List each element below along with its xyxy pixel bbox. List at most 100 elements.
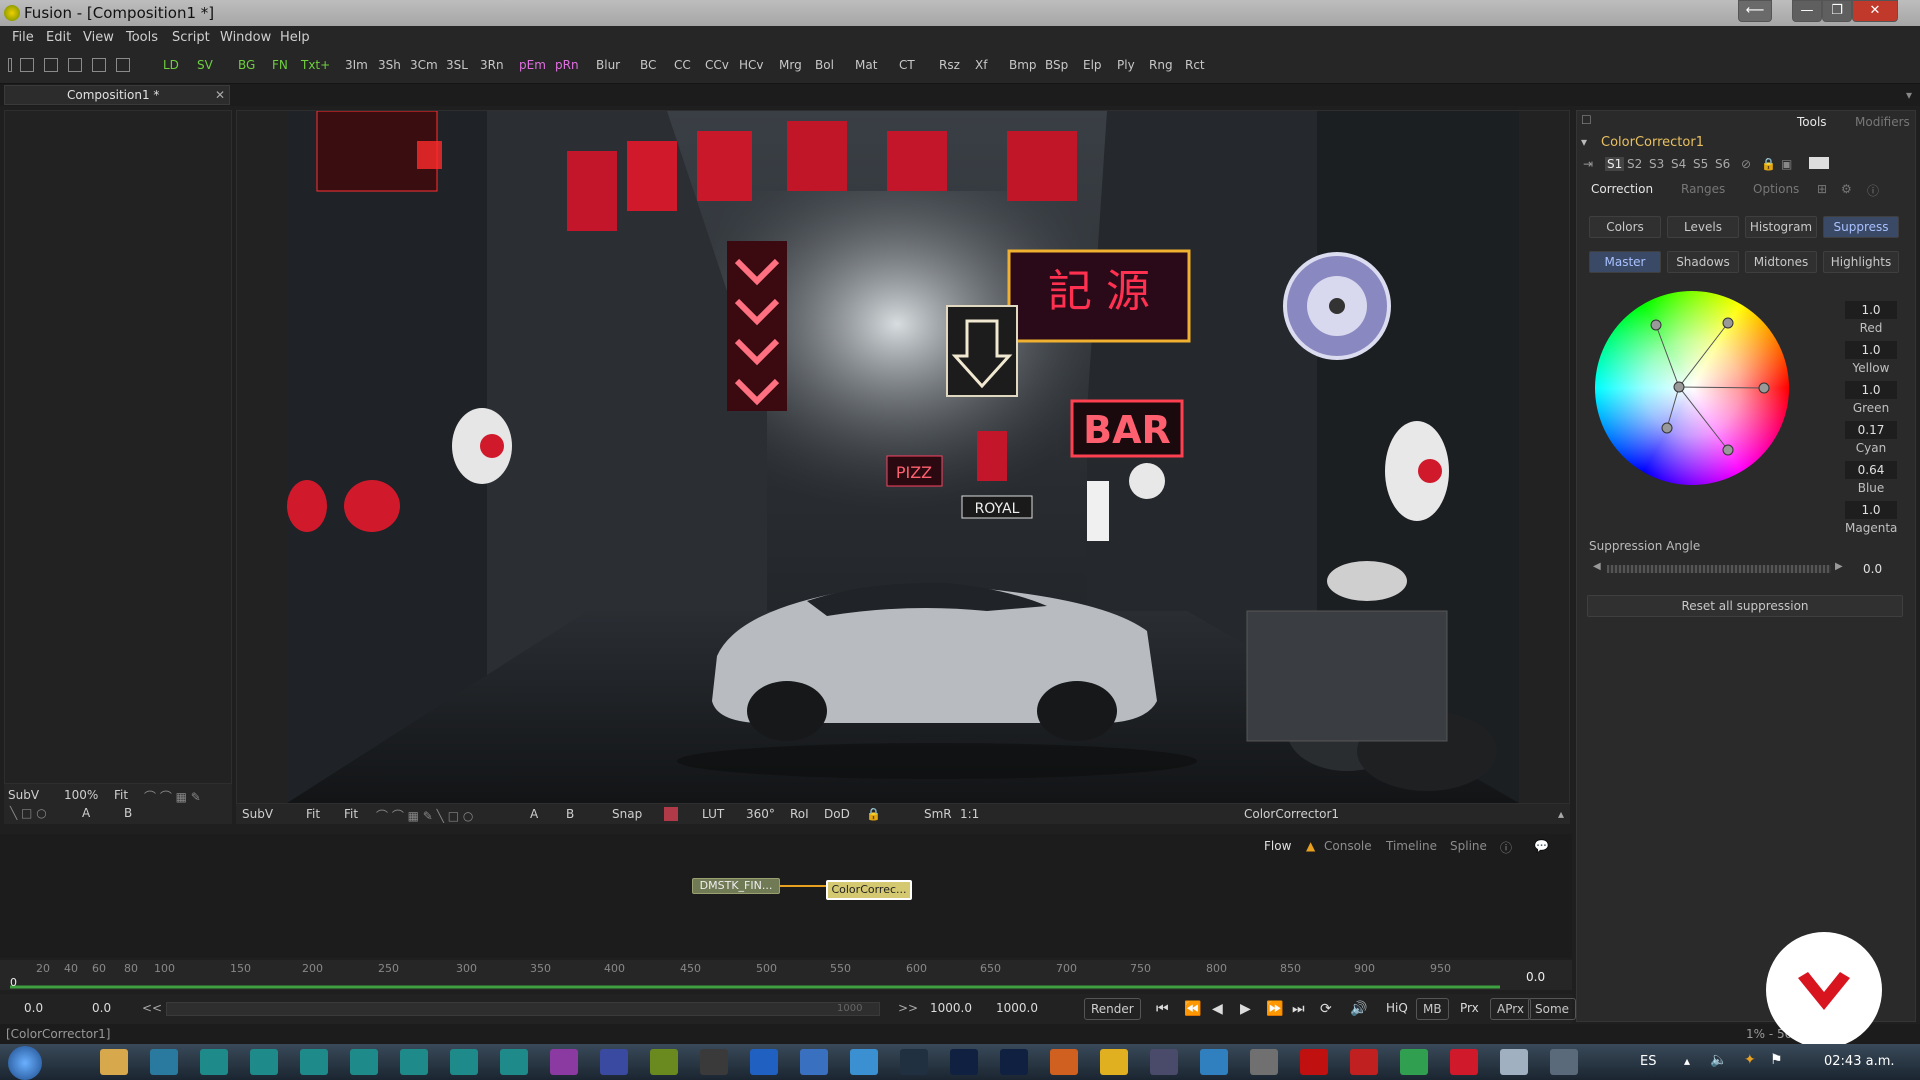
language-indicator[interactable]: ES xyxy=(1640,1054,1656,1069)
goto-start-icon[interactable]: ⏮ xyxy=(1156,1001,1169,1017)
subtab-ranges[interactable]: Ranges xyxy=(1681,182,1725,196)
slot-s4[interactable]: S4 xyxy=(1671,157,1686,171)
left-viewer[interactable] xyxy=(4,110,232,784)
hiq-toggle[interactable]: HiQ xyxy=(1386,1001,1408,1015)
caret-icon[interactable]: ▴ xyxy=(1558,807,1564,821)
volume-icon[interactable]: 🔈 xyxy=(1710,1052,1727,1068)
lock-icon[interactable]: 🔒 xyxy=(1761,157,1776,171)
opera-icon[interactable] xyxy=(1300,1049,1328,1075)
curve-tool-icon[interactable]: ⌒ ⌒ ▦ ✎ xyxy=(144,788,201,805)
tool-rng[interactable]: Rng xyxy=(1149,58,1173,72)
app-icon-16[interactable] xyxy=(1150,1049,1178,1075)
range-slider[interactable]: 1000 xyxy=(166,1002,880,1016)
tool-ccv[interactable]: CCv xyxy=(705,58,729,72)
tool-ply[interactable]: Ply xyxy=(1117,58,1135,72)
expand-arrow-icon[interactable]: ▾ xyxy=(1581,135,1587,149)
tool-mat[interactable]: Mat xyxy=(855,58,877,72)
app-icon-13[interactable] xyxy=(800,1049,828,1075)
app-icon-8[interactable] xyxy=(500,1049,528,1075)
flow-area[interactable]: DMSTK_FIN... ColorCorrec... xyxy=(0,858,1572,958)
render-button[interactable]: Render xyxy=(1084,998,1141,1020)
chrome-icon[interactable] xyxy=(1400,1049,1428,1075)
shape-tools-icon[interactable]: ╲ □ ○ xyxy=(10,806,47,820)
tool-bg[interactable]: BG xyxy=(238,58,255,72)
rewind-icon[interactable]: ⏪ xyxy=(1184,1001,1201,1017)
printer-icon[interactable] xyxy=(116,58,130,72)
slot-s5[interactable]: S5 xyxy=(1693,157,1708,171)
chat-icon[interactable]: 💬 xyxy=(1534,839,1549,853)
fit-button[interactable]: Fit xyxy=(114,788,128,802)
tab-console[interactable]: Console xyxy=(1324,839,1372,853)
app-icon-10[interactable] xyxy=(600,1049,628,1075)
tab-composition1[interactable]: Composition1 * ✕ xyxy=(4,85,230,105)
app-icon-20[interactable] xyxy=(1450,1049,1478,1075)
tool-hcv[interactable]: HCv xyxy=(739,58,764,72)
render-start[interactable]: 0.0 xyxy=(92,1001,111,1015)
firefox-icon[interactable] xyxy=(1050,1049,1078,1075)
snap-button[interactable]: Snap xyxy=(612,807,642,821)
app-icon-3[interactable] xyxy=(250,1049,278,1075)
mode-histogram[interactable]: Histogram xyxy=(1745,216,1817,238)
close-button[interactable]: ✕ xyxy=(1852,0,1898,22)
viewer-tools-icon[interactable]: ⌒ ⌒ ▦ ✎ ╲ □ ○ xyxy=(376,807,473,824)
app-icon-2[interactable] xyxy=(200,1049,228,1075)
app-icon-7[interactable] xyxy=(450,1049,478,1075)
fast-forward-icon[interactable]: ⏩ xyxy=(1266,1001,1283,1017)
mode-levels[interactable]: Levels xyxy=(1667,216,1739,238)
app-icon-22[interactable] xyxy=(1550,1049,1578,1075)
save-icon[interactable]: ▣ xyxy=(1781,157,1792,171)
app-icon-9[interactable] xyxy=(550,1049,578,1075)
current-time[interactable]: 0.0 xyxy=(1526,970,1545,984)
tool-prn[interactable]: pRn xyxy=(555,58,579,72)
loop-icon[interactable]: ⟳ xyxy=(1320,1001,1332,1017)
tool-rct[interactable]: Rct xyxy=(1185,58,1205,72)
collapse-icon[interactable]: ☐ xyxy=(1581,113,1592,127)
slider-right-arrow-icon[interactable]: ▶ xyxy=(1835,561,1843,572)
play-icon[interactable]: ▶ xyxy=(1240,1001,1251,1017)
buffer-a[interactable]: A xyxy=(82,806,90,820)
blue-value[interactable]: 0.64 xyxy=(1845,461,1897,479)
pin-icon[interactable]: ⇥ xyxy=(1583,157,1593,171)
app-icon-18[interactable] xyxy=(1250,1049,1278,1075)
goto-end-icon[interactable]: ⏭ xyxy=(1292,1001,1305,1017)
subview-button[interactable]: SubV xyxy=(242,807,273,821)
subview-button[interactable]: SubV xyxy=(8,788,39,802)
photoshop-icon-1[interactable] xyxy=(950,1049,978,1075)
play-reverse-icon[interactable]: ◀ xyxy=(1212,1001,1223,1017)
aprx-toggle[interactable]: APrx xyxy=(1490,998,1531,1020)
fit-button-1[interactable]: Fit xyxy=(306,807,320,821)
app-icon-11[interactable] xyxy=(700,1049,728,1075)
disable-icon[interactable]: ⊘ xyxy=(1741,157,1751,171)
tool-pem[interactable]: pEm xyxy=(519,58,546,72)
tool-rsz[interactable]: Rsz xyxy=(939,58,960,72)
tool-bc[interactable]: BC xyxy=(640,58,656,72)
tool-blur[interactable]: Blur xyxy=(596,58,620,72)
tab-flow[interactable]: Flow xyxy=(1264,839,1291,853)
reset-suppression-button[interactable]: Reset all suppression xyxy=(1587,595,1903,617)
step-forward-button[interactable]: >> xyxy=(898,1001,918,1015)
mode-suppress[interactable]: Suppress xyxy=(1823,216,1899,238)
mode-colors[interactable]: Colors xyxy=(1589,216,1661,238)
roi-button[interactable]: RoI xyxy=(790,807,809,821)
layout-icon-4[interactable] xyxy=(92,58,106,72)
color-channel-icon[interactable] xyxy=(664,807,678,821)
info-icon[interactable]: ⓘ xyxy=(1867,182,1879,199)
gear-icon[interactable]: ⚙ xyxy=(1841,182,1852,196)
slot-s2[interactable]: S2 xyxy=(1627,157,1642,171)
app-icon-1[interactable] xyxy=(150,1049,178,1075)
menu-view[interactable]: View xyxy=(83,30,114,45)
script-icon[interactable]: ⊞ xyxy=(1817,182,1827,196)
dropdown-icon[interactable]: ▾ xyxy=(1906,88,1912,102)
fusion-taskbar-icon[interactable] xyxy=(650,1049,678,1075)
time-ruler[interactable]: 0 20 40 60 80 100 150 200 250 300 350 40… xyxy=(0,960,1572,990)
suppression-angle-slider[interactable] xyxy=(1607,565,1831,573)
app-icon-17[interactable] xyxy=(1200,1049,1228,1075)
app-icon-4[interactable] xyxy=(300,1049,328,1075)
layout-icon-3[interactable] xyxy=(68,58,82,72)
slot-s6[interactable]: S6 xyxy=(1715,157,1730,171)
global-start[interactable]: 0.0 xyxy=(24,1001,43,1015)
360-button[interactable]: 360° xyxy=(746,807,775,821)
tool-elp[interactable]: Elp xyxy=(1083,58,1102,72)
audio-icon[interactable]: 🔊 xyxy=(1350,1001,1367,1017)
minimize-button[interactable]: — xyxy=(1792,0,1822,22)
